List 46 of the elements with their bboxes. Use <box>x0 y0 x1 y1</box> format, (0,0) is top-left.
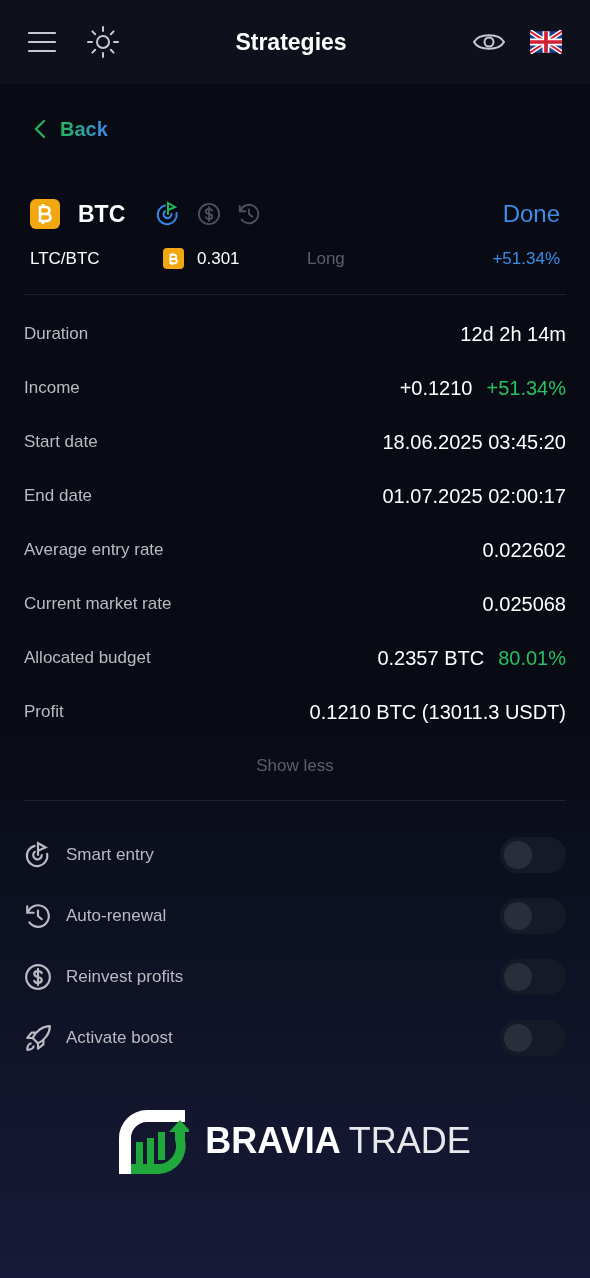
back-icon <box>34 119 46 139</box>
detail-value: +0.1210 <box>399 375 473 401</box>
menu-icon[interactable] <box>28 31 56 53</box>
detail-label: End date <box>24 484 93 507</box>
brand-name: BRAVIA <box>205 1119 341 1163</box>
option-label: Reinvest profits <box>66 966 184 989</box>
coin-name: BTC <box>78 199 126 229</box>
detail-label: Profit <box>24 700 64 723</box>
detail-percent: 80.01% <box>498 645 566 671</box>
toggle-switch[interactable] <box>500 837 566 873</box>
toggle-switch[interactable] <box>500 959 566 995</box>
detail-label: Current market rate <box>24 592 172 615</box>
option-label: Auto-renewal <box>66 905 167 928</box>
detail-label: Average entry rate <box>24 538 164 561</box>
pair-name: LTC/BTC <box>30 248 101 270</box>
option-label: Activate boost <box>66 1027 173 1050</box>
history-icon <box>24 902 52 930</box>
flag-icon[interactable] <box>530 30 562 54</box>
detail-label: Income <box>24 376 80 399</box>
bitcoin-icon <box>30 199 60 229</box>
change-text: +51.34% <box>492 248 560 270</box>
toggle-switch[interactable] <box>500 898 566 934</box>
side-text: Long <box>307 248 345 270</box>
eye-icon[interactable] <box>472 31 506 53</box>
detail-value: 12d 2h 14m <box>460 321 566 347</box>
page-title: Strategies <box>234 27 348 57</box>
detail-value: 0.2357 BTC <box>377 645 485 671</box>
sun-icon[interactable] <box>86 25 120 59</box>
detail-label: Start date <box>24 430 98 453</box>
detail-label: Duration <box>24 322 89 345</box>
toggle-switch[interactable] <box>500 1020 566 1056</box>
option-label: Smart entry <box>66 844 154 867</box>
logo-icon <box>119 1108 190 1174</box>
status-text: Done <box>502 199 560 229</box>
detail-value: 0.1210 BTC (13011.3 USDT) <box>309 699 566 725</box>
bitcoin-icon <box>163 248 184 270</box>
detail-label: Allocated budget <box>24 646 151 669</box>
detail-value: 18.06.2025 03:45:20 <box>382 429 566 455</box>
dollar-icon <box>24 963 52 991</box>
amount-text: 0.301 <box>197 248 241 270</box>
detail-percent: +51.34% <box>486 375 566 401</box>
detail-value: 01.07.2025 02:00:17 <box>382 483 566 509</box>
brand-name: TRADE <box>348 1119 471 1163</box>
detail-value: 0.022602 <box>482 537 566 563</box>
detail-value: 0.025068 <box>482 591 566 617</box>
rocket-icon <box>24 1024 52 1052</box>
